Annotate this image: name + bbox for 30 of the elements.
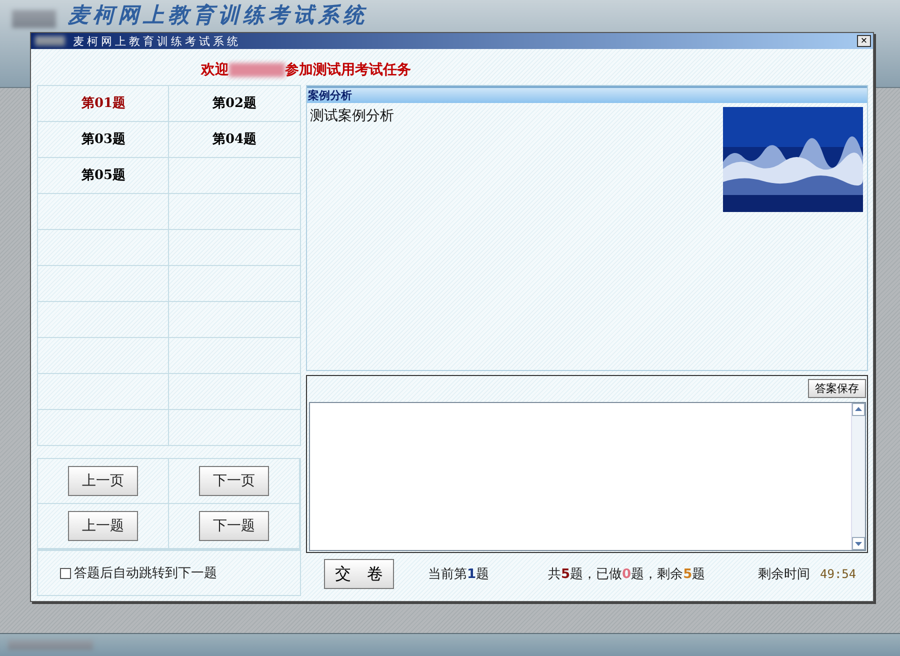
save-answer-button[interactable]: 答案保存	[808, 379, 866, 398]
blurred-area	[12, 10, 56, 28]
nav-button[interactable]: 上一页	[68, 466, 138, 496]
section-header: 案例分析	[307, 86, 867, 103]
close-button[interactable]: ×	[857, 35, 871, 47]
window-title: 麦柯网上教育训练考试系统	[73, 34, 242, 48]
welcome-text: 参加测试用考试任务	[285, 61, 411, 79]
app-title: 麦柯网上教育训练考试系统	[68, 2, 368, 28]
timer-label: 剩余时间	[758, 566, 810, 583]
checkbox[interactable]	[60, 568, 71, 578]
case-text: 测试案例分析	[310, 107, 394, 126]
nav-button[interactable]: 上一题	[68, 511, 138, 541]
status-text: 当前第1题	[428, 567, 490, 582]
blurred-area	[229, 63, 285, 77]
question-item[interactable]: 第02题	[169, 85, 300, 121]
question-item[interactable]: 第05题	[38, 157, 169, 193]
scroll-up-icon[interactable]	[852, 403, 865, 416]
nav-button[interactable]: 下一页	[199, 466, 269, 496]
nav-button[interactable]: 下一题	[199, 511, 269, 541]
blurred-area	[35, 36, 65, 46]
submit-button[interactable]: 交 卷	[324, 559, 394, 589]
scroll-down-icon[interactable]	[852, 537, 865, 550]
timer-value: 49:54	[820, 567, 856, 581]
status-text: 共5题，已做0题，剩余5题	[548, 567, 706, 582]
question-item[interactable]: 第03题	[38, 121, 169, 157]
question-item[interactable]: 第01题	[38, 85, 169, 121]
answer-field[interactable]	[309, 402, 866, 551]
question-item[interactable]: 第04题	[169, 121, 300, 157]
checkbox-label: 答题后自动跳转到下一题	[74, 565, 217, 582]
welcome-text: 欢迎	[201, 61, 229, 79]
